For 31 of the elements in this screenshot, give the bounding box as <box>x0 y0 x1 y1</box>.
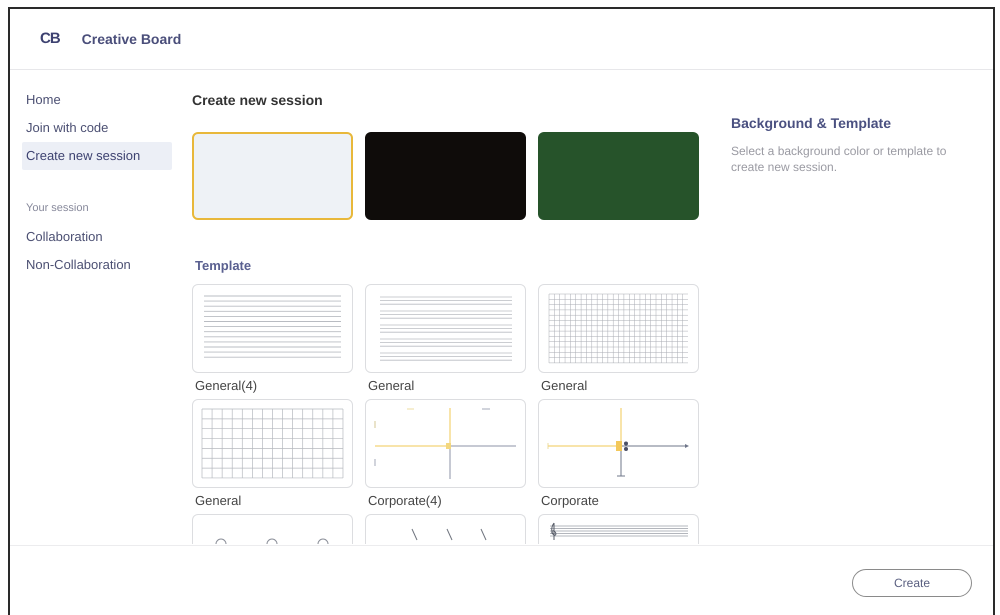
nav-item[interactable]: Non-Collaboration <box>22 251 172 279</box>
template-label: Corporate(4) <box>368 492 442 510</box>
create-button[interactable]: Create <box>852 568 972 596</box>
nav-item[interactable]: Create new session <box>22 142 172 170</box>
template-card[interactable] <box>538 284 699 373</box>
app-title: Creative Board <box>82 30 182 48</box>
template-card[interactable] <box>538 399 699 488</box>
nav-item[interactable]: Join with code <box>22 114 172 142</box>
page-heading: Create new session <box>192 90 323 110</box>
background-color-option[interactable] <box>192 132 353 220</box>
template-card[interactable] <box>538 514 699 544</box>
background-color-option[interactable] <box>365 132 526 220</box>
nav-item[interactable]: Home <box>22 86 172 114</box>
template-card[interactable] <box>365 514 526 544</box>
app-logo: CB <box>40 28 60 49</box>
section-label: Your session <box>26 200 89 216</box>
panel-description: Select a background color or template to create new session. <box>731 143 948 175</box>
template-label: General <box>195 492 242 510</box>
template-card[interactable] <box>192 284 353 373</box>
panel-title: Background & Template <box>731 114 892 132</box>
template-label: General <box>368 377 414 396</box>
nav-item[interactable]: Collaboration <box>22 223 172 251</box>
background-color-option[interactable] <box>538 132 699 220</box>
template-card[interactable] <box>365 399 526 488</box>
template-card[interactable] <box>365 284 526 373</box>
section-heading: Template <box>195 257 252 276</box>
template-label: Corporate <box>541 492 599 510</box>
template-label: General <box>541 377 588 396</box>
template-card[interactable] <box>192 514 353 544</box>
template-label: General(4) <box>195 377 258 396</box>
template-card[interactable] <box>192 399 353 488</box>
